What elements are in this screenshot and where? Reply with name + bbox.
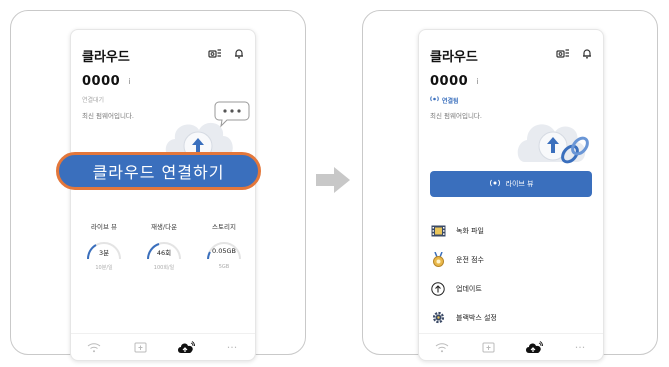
- info-icon[interactable]: i: [128, 77, 130, 86]
- cloud-icon[interactable]: [523, 338, 545, 356]
- before-panel: 클라우드 0000 i 연결대기 최신 펌웨어입니다. 라이브 뷰 3분 10분…: [10, 10, 306, 361]
- film-icon: [430, 223, 446, 239]
- bell-icon[interactable]: [234, 48, 244, 59]
- feature-menu: 녹화 파일 운전 점수 업데이트 블랙박스 설정: [430, 216, 592, 332]
- medal-icon: [430, 252, 446, 268]
- folder-icon[interactable]: [477, 338, 499, 356]
- app-title: 클라우드: [430, 50, 478, 65]
- stat-value: 3분: [98, 249, 110, 257]
- menu-label: 업데이트: [456, 284, 482, 293]
- menu-label: 블랙박스 설정: [456, 313, 497, 322]
- stat-gauge: 3분: [85, 239, 123, 261]
- device-list-icon[interactable]: [208, 48, 222, 59]
- stat-label: 스토리지: [212, 223, 236, 231]
- more-icon[interactable]: ···: [221, 338, 243, 356]
- device-id: 0000: [430, 74, 469, 89]
- connect-cloud-button[interactable]: 클라우드 연결하기: [56, 152, 261, 190]
- cloud-icon[interactable]: [175, 338, 197, 356]
- bell-icon[interactable]: [582, 48, 592, 59]
- live-view-label: 라이브 뷰: [505, 180, 534, 188]
- stat-gauge: 46회: [145, 239, 183, 261]
- menu-item-dashcam-settings[interactable]: 블랙박스 설정: [430, 303, 592, 332]
- stat-caption: 5GB: [218, 264, 230, 270]
- stat-storage: 스토리지 0.05GB 5GB: [196, 221, 252, 270]
- cloud-link-illustration: [515, 92, 595, 176]
- firmware-status: 최신 펌웨어입니다.: [82, 112, 134, 120]
- wifi-icon[interactable]: [83, 338, 105, 356]
- device-list-icon[interactable]: [556, 48, 570, 59]
- bottom-tab-bar: ···: [419, 333, 603, 360]
- stat-live-view: 라이브 뷰 3분 10분/일: [76, 221, 132, 271]
- connection-status: 연결됨: [430, 95, 459, 105]
- header: 클라우드: [82, 46, 244, 68]
- header: 클라우드: [430, 46, 592, 68]
- connection-status: 연결대기: [82, 97, 105, 104]
- stat-gauge: 0.05GB: [205, 239, 243, 261]
- connection-status-label: 연결됨: [442, 97, 459, 105]
- menu-item-update[interactable]: 업데이트: [430, 274, 592, 303]
- menu-item-recordings[interactable]: 녹화 파일: [430, 216, 592, 245]
- menu-item-driving-score[interactable]: 운전 점수: [430, 245, 592, 274]
- stat-caption: 100회/일: [153, 265, 175, 271]
- upload-circle-icon: [430, 281, 446, 297]
- stat-label: 재생/다운: [150, 223, 178, 231]
- stat-playback: 재생/다운 46회 100회/일: [136, 221, 192, 271]
- folder-icon[interactable]: [129, 338, 151, 356]
- transition-arrow: [316, 167, 350, 197]
- info-icon[interactable]: i: [476, 77, 478, 86]
- firmware-status: 최신 펌웨어입니다.: [430, 112, 482, 120]
- device-id: 0000: [82, 74, 121, 89]
- wifi-icon[interactable]: [431, 338, 453, 356]
- after-panel: 클라우드 0000 i 연결됨 최신 펌웨어입니다. 라이브 뷰 녹화 파일 운…: [362, 10, 658, 361]
- bottom-tab-bar: ···: [71, 333, 255, 360]
- more-icon[interactable]: ···: [569, 338, 591, 356]
- phone-screen-after: 클라우드 0000 i 연결됨 최신 펌웨어입니다. 라이브 뷰 녹화 파일 운…: [418, 29, 604, 361]
- stat-caption: 10분/일: [95, 265, 113, 271]
- live-view-button[interactable]: 라이브 뷰: [430, 171, 592, 197]
- app-title: 클라우드: [82, 50, 130, 65]
- menu-label: 운전 점수: [456, 255, 484, 264]
- menu-label: 녹화 파일: [456, 226, 484, 235]
- broadcast-icon: [489, 179, 501, 189]
- phone-screen-before: 클라우드 0000 i 연결대기 최신 펌웨어입니다. 라이브 뷰 3분 10분…: [70, 29, 256, 361]
- stat-value: 0.05GB: [212, 247, 236, 255]
- stat-label: 라이브 뷰: [91, 223, 117, 231]
- signal-icon: [430, 95, 439, 105]
- gear-icon: [430, 310, 446, 326]
- stat-value: 46회: [156, 249, 172, 257]
